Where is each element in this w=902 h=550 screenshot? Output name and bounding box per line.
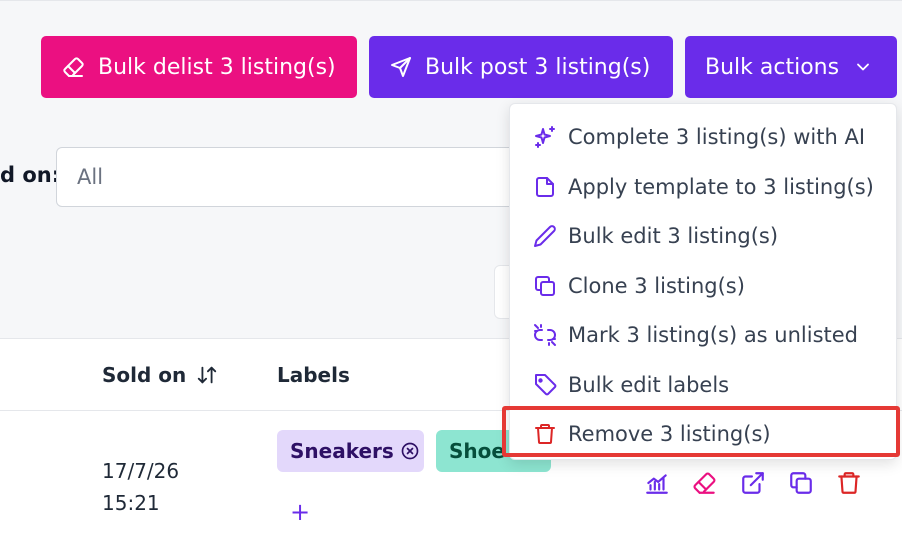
menu-item-label: Complete 3 listing(s) with AI [568,124,866,149]
remove-item-highlight [502,406,900,457]
pencil-icon [533,224,557,248]
menu-item-label: Bulk edit labels [568,372,730,397]
menu-item-apply-template[interactable]: Apply template to 3 listing(s) [510,162,896,211]
menu-item-label: Bulk edit 3 listing(s) [568,223,779,248]
sold-on-time: 15:21 [102,491,160,515]
copy-icon [533,274,557,298]
add-label-button[interactable]: + [290,498,310,526]
sort-icon[interactable] [196,364,218,386]
row-actions [644,470,862,496]
top-divider [0,0,902,1]
bulk-actions-label: Bulk actions [705,54,840,80]
external-link-icon[interactable] [740,470,766,496]
analytics-icon[interactable] [644,470,670,496]
chevron-down-icon [857,63,869,71]
sold-on-filter-value: All [77,165,104,189]
sold-on-filter-label: d on: [0,163,61,187]
sold-on-cell: 17/7/26 15:21 [102,455,179,519]
menu-item-label: Clone 3 listing(s) [568,273,745,298]
document-icon [533,175,557,199]
menu-item-complete-with-ai[interactable]: Complete 3 listing(s) with AI [510,112,896,161]
tag-icon [533,373,557,397]
menu-item-bulk-edit[interactable]: Bulk edit 3 listing(s) [510,211,896,260]
menu-item-clone[interactable]: Clone 3 listing(s) [510,261,896,310]
label-chip-sneakers[interactable]: Sneakers [277,430,424,472]
sold-on-column-header[interactable]: Sold on [102,363,218,387]
sparkles-icon [533,125,557,149]
eraser-icon [63,57,84,77]
bulk-delist-button[interactable]: Bulk delist 3 listing(s) [41,36,357,98]
bulk-post-button[interactable]: Bulk post 3 listing(s) [369,36,673,98]
eraser-icon[interactable] [692,470,718,496]
trash-icon[interactable] [836,470,862,496]
unlink-icon [533,323,557,347]
bulk-actions-button[interactable]: Bulk actions [685,36,897,98]
label-chip-text: Shoe [449,439,505,463]
label-chip-text: Sneakers [290,439,394,463]
copy-icon[interactable] [788,470,814,496]
menu-item-label: Mark 3 listing(s) as unlisted [568,322,859,347]
bulk-post-label: Bulk post 3 listing(s) [425,54,651,80]
bulk-delist-label: Bulk delist 3 listing(s) [98,54,336,80]
remove-label-icon[interactable] [400,441,420,461]
menu-item-label: Apply template to 3 listing(s) [568,174,874,199]
labels-column-header: Labels [277,363,350,387]
sold-on-header-label: Sold on [102,363,187,387]
sold-on-filter-select[interactable]: All [56,147,536,207]
menu-item-mark-unlisted[interactable]: Mark 3 listing(s) as unlisted [510,310,896,359]
sold-on-date: 17/7/26 [102,459,180,483]
send-icon [391,57,411,77]
menu-item-bulk-edit-labels[interactable]: Bulk edit labels [510,360,896,409]
